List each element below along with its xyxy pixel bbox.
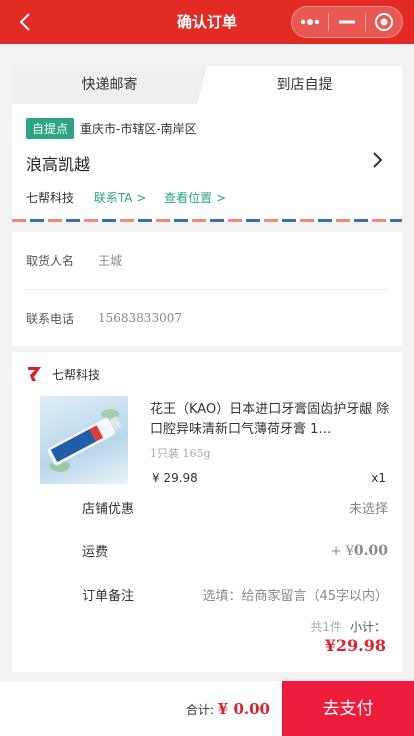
receiver-name-value: 王城 (98, 254, 123, 268)
receiver-phone-row[interactable]: 联系电话 15683833007 (26, 289, 388, 346)
view-location-link[interactable]: 查看位置 > (164, 191, 226, 205)
pay-button[interactable]: 去支付 (282, 681, 414, 736)
back-icon[interactable] (14, 10, 38, 34)
mini-program-capsule (291, 6, 403, 38)
total-amount: 合计: ¥ 0.00 (186, 681, 270, 736)
delivery-tabs: 快递邮寄 到店自提 (12, 66, 402, 104)
minimize-icon[interactable] (329, 7, 365, 37)
subtotal-label: 小计： (349, 620, 386, 634)
shipping-prefix: + ¥ (330, 543, 354, 559)
order-totals: 共1件 小计： (310, 618, 386, 635)
product-image (40, 396, 128, 484)
tab-store-pickup[interactable]: 到店自提 (207, 66, 402, 104)
contact-link[interactable]: 联系TA > (94, 191, 146, 205)
order-note-label: 订单备注 (82, 589, 135, 604)
subtotal-value: ¥29.98 (324, 636, 386, 655)
product-item[interactable]: 花王（KAO）日本进口牙膏固齿护牙龈 除口腔异味清新口气薄荷牙膏 1… 1只装 … (26, 396, 390, 496)
total-value: ¥ 0.00 (217, 700, 270, 718)
shipping-value: 0.00 (353, 542, 388, 559)
chevron-right-icon[interactable] (372, 151, 384, 174)
store-discount-value: 未选择 (348, 502, 388, 517)
receiver-phone-value: 15683833007 (98, 311, 182, 325)
order-note-input[interactable]: 选填：给商家留言（45字以内） (202, 585, 388, 604)
order-note-row[interactable]: 订单备注 选填：给商家留言（45字以内） (82, 585, 388, 604)
total-label: 合计: (185, 703, 214, 717)
shop-logo-icon (28, 367, 41, 381)
product-price: ¥ 29.98 (152, 471, 198, 485)
shipping-row: 运费 + ¥0.00 (82, 541, 388, 561)
store-discount-row[interactable]: 店铺优惠 未选择 (82, 498, 388, 517)
product-name: 花王（KAO）日本进口牙膏固齿护牙龈 除口腔异味清新口气薄荷牙膏 1… (150, 402, 390, 437)
order-shop-header: 七帮科技 (26, 352, 388, 396)
product-quantity: x1 (371, 471, 386, 485)
receiver-info-card: 取货人名 王城 联系电话 15683833007 (12, 232, 402, 346)
checkout-bar: 合计: ¥ 0.00 去支付 (0, 680, 414, 736)
receiver-phone-label: 联系电话 (26, 311, 75, 326)
envelope-stripe (12, 219, 402, 222)
item-count: 共1件 (310, 620, 342, 634)
shipping-fee: + ¥0.00 (331, 543, 388, 559)
receiver-name-label: 取货人名 (26, 254, 75, 268)
close-mini-program-icon[interactable] (366, 7, 402, 37)
order-shop-name: 七帮科技 (52, 367, 101, 382)
product-spec: 1只装 165g (150, 447, 211, 460)
pickup-point-badge: 自提点 (26, 118, 75, 139)
order-goods-card: 七帮科技 花王（KAO）日本进口牙膏固齿护牙龈 除口腔异味清新口气薄荷牙膏 1…… (12, 352, 402, 672)
tab-express[interactable]: 快递邮寄 (12, 66, 207, 104)
shipping-label: 运费 (82, 545, 109, 560)
pickup-shop-name: 七帮科技 (26, 191, 75, 205)
receiver-name-row[interactable]: 取货人名 王城 (26, 232, 388, 289)
pickup-store-name: 浪高凯越 (26, 155, 91, 174)
navigation-bar: 确认订单 (0, 0, 414, 44)
pickup-region: 重庆市-市辖区-南岸区 (80, 122, 197, 136)
pickup-address-card[interactable]: 自提点 重庆市-市辖区-南岸区 浪高凯越 七帮科技 联系TA > 查看位置 > (12, 104, 402, 222)
store-discount-label: 店铺优惠 (82, 502, 135, 517)
more-icon[interactable] (292, 7, 328, 37)
